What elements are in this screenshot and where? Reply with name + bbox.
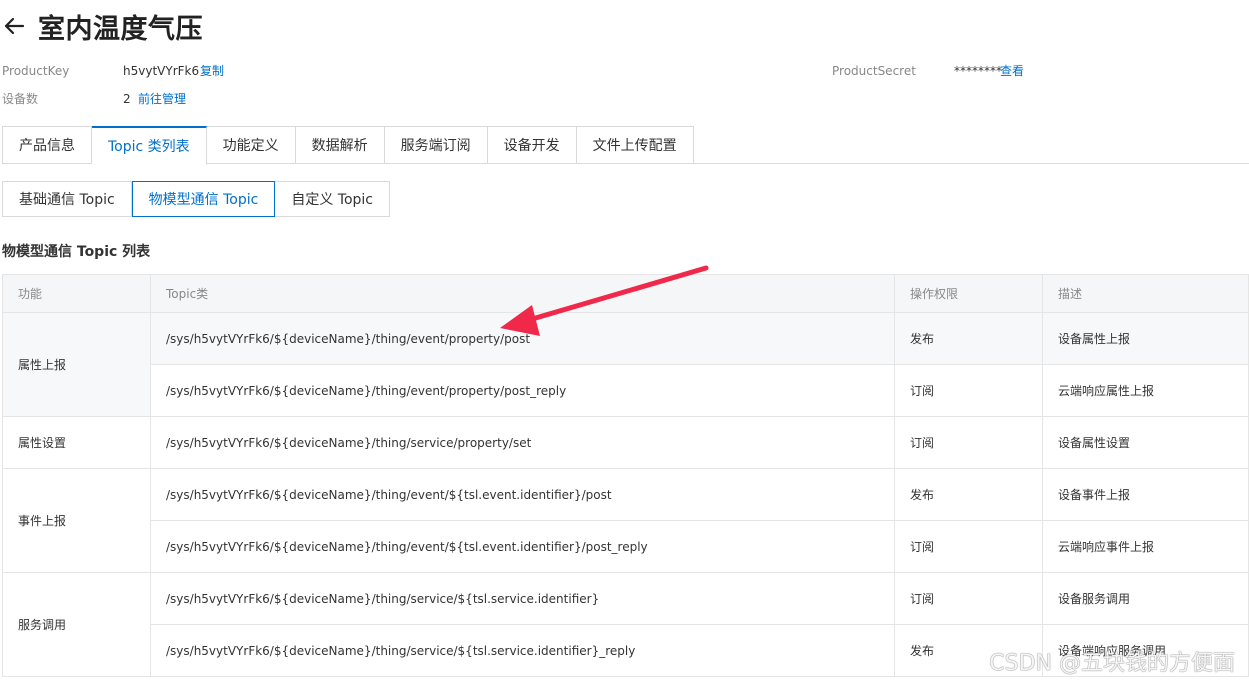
perm-cell: 订阅 [894,416,1043,469]
topic-cell: /sys/h5vytVYrFk6/${deviceName}/thing/eve… [150,364,895,417]
table-header-row: 功能 Topic类 操作权限 描述 [2,274,1249,313]
desc-cell: 设备属性上报 [1042,312,1249,365]
tab-function-definition[interactable]: 功能定义 [206,126,296,164]
tab-server-subscription[interactable]: 服务端订阅 [384,126,488,164]
topic-cell: /sys/h5vytVYrFk6/${deviceName}/thing/ser… [150,624,895,677]
topic-cell: /sys/h5vytVYrFk6/${deviceName}/thing/eve… [150,468,895,521]
subtab-tsl-topic[interactable]: 物模型通信 Topic [131,181,276,217]
table-row: 属性上报 /sys/h5vytVYrFk6/${deviceName}/thin… [2,312,1249,417]
watermark: CSDN @五块钱的方便面 [989,651,1235,676]
perm-cell: 订阅 [894,572,1043,625]
perm-cell: 发布 [894,312,1043,365]
tab-topic-list[interactable]: Topic 类列表 [92,126,207,165]
header-func: 功能 [2,274,151,313]
device-count-value: 2 [123,92,131,106]
back-arrow-icon[interactable] [2,14,26,38]
main-tabs: 产品信息 Topic 类列表 功能定义 数据解析 服务端订阅 设备开发 文件上传… [2,126,1249,165]
desc-cell: 云端响应事件上报 [1042,520,1249,573]
page-header: 室内温度气压 [0,8,203,45]
func-cell: 事件上报 [2,468,151,573]
desc-cell: 设备服务调用 [1042,572,1249,625]
header-desc: 描述 [1042,274,1249,313]
table-row: 事件上报 /sys/h5vytVYrFk6/${deviceName}/thin… [2,468,1249,573]
section-title: 物模型通信 Topic 列表 [2,244,151,260]
perm-cell: 订阅 [894,520,1043,573]
func-cell: 属性上报 [2,312,151,417]
tab-product-info[interactable]: 产品信息 [2,126,92,164]
product-key-value: h5vytVYrFk6 [123,64,200,78]
desc-cell: 云端响应属性上报 [1042,364,1249,417]
table-row: 服务调用 /sys/h5vytVYrFk6/${deviceName}/thin… [2,572,1249,677]
subtab-custom-topic[interactable]: 自定义 Topic [275,181,391,217]
subtab-basic-topic[interactable]: 基础通信 Topic [2,181,132,217]
perm-cell: 发布 [894,468,1043,521]
topic-cell: /sys/h5vytVYrFk6/${deviceName}/thing/ser… [150,416,895,469]
func-cell: 服务调用 [2,572,151,677]
tab-file-upload-config[interactable]: 文件上传配置 [576,126,694,164]
func-cell: 属性设置 [2,416,151,469]
topic-cell: /sys/h5vytVYrFk6/${deviceName}/thing/eve… [150,312,895,365]
table-row: /sys/h5vytVYrFk6/${deviceName}/thing/eve… [3,520,1249,573]
tab-device-development[interactable]: 设备开发 [487,126,577,164]
topic-subtabs: 基础通信 Topic 物模型通信 Topic 自定义 Topic [2,181,391,217]
table-row: 属性设置 /sys/h5vytVYrFk6/${deviceName}/thin… [2,416,1249,469]
desc-cell: 设备属性设置 [1042,416,1249,469]
product-secret-label: ProductSecret [832,64,916,78]
page-title: 室内温度气压 [38,13,203,45]
copy-link[interactable]: 复制 [200,62,224,80]
topic-cell: /sys/h5vytVYrFk6/${deviceName}/thing/eve… [150,520,895,573]
perm-cell: 订阅 [894,364,1043,417]
device-count-label: 设备数 [2,92,39,106]
product-secret-value: ******** [954,64,1002,78]
view-secret-link[interactable]: 查看 [1000,62,1024,80]
product-key-label: ProductKey [2,64,70,78]
header-topic: Topic类 [150,274,895,313]
device-count-row: 设备数 2 前往管理 [2,90,602,108]
topic-table: 功能 Topic类 操作权限 描述 属性上报 /sys/h5vytVYrFk6/… [2,274,1249,677]
product-key-row: ProductKey h5vytVYrFk6 复制 ProductSecret … [2,62,1249,80]
tab-data-parsing[interactable]: 数据解析 [295,126,385,164]
manage-devices-link[interactable]: 前往管理 [138,90,186,108]
table-row: /sys/h5vytVYrFk6/${deviceName}/thing/eve… [3,364,1249,417]
topic-cell: /sys/h5vytVYrFk6/${deviceName}/thing/ser… [150,572,895,625]
desc-cell: 设备事件上报 [1042,468,1249,521]
header-perm: 操作权限 [894,274,1043,313]
